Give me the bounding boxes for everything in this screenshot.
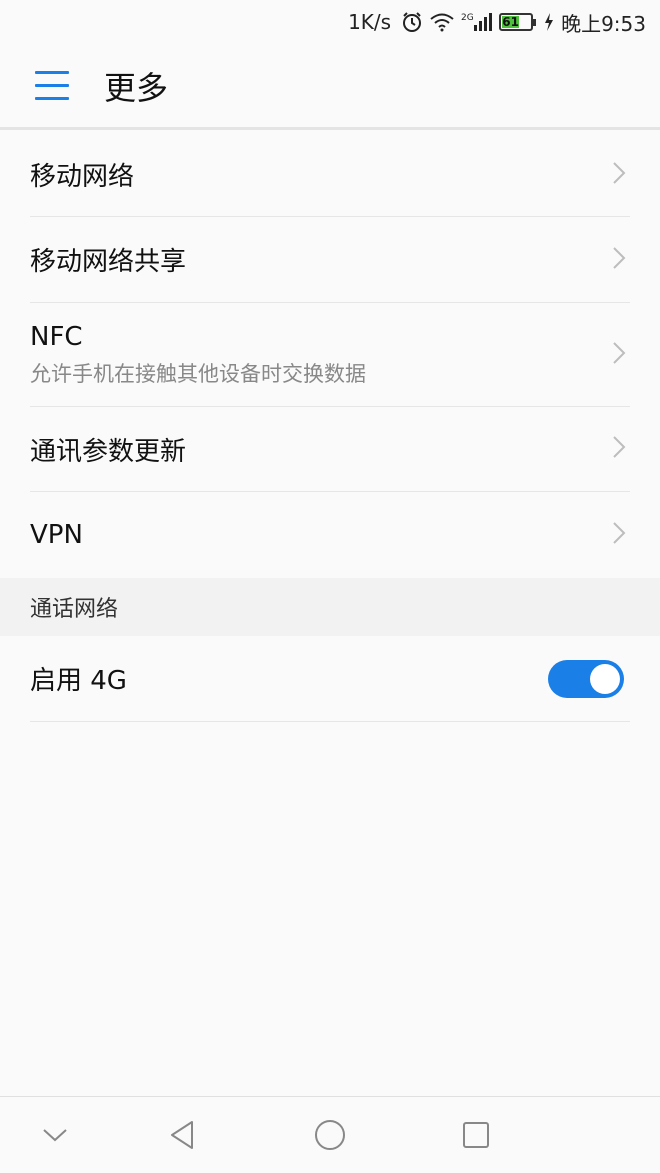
app-bar: 更多 (0, 44, 660, 130)
list-item-subtitle: 允许手机在接触其他设备时交换数据 (30, 361, 366, 386)
settings-list: 移动网络 移动网络共享 NFC 允许手机在接触其他设备时交换数据 通讯参数更新 … (0, 133, 660, 722)
chevron-right-icon (612, 341, 626, 369)
back-icon[interactable] (162, 1115, 202, 1155)
list-item-label: 通讯参数更新 (30, 436, 187, 467)
list-item-label: 启用 4G (30, 666, 127, 696)
list-item-vpn[interactable]: VPN (30, 492, 630, 578)
signal-icon: 2G (461, 11, 493, 33)
charging-icon (543, 12, 555, 32)
net-speed: 1K/s (348, 10, 392, 34)
list-item-tethering[interactable]: 移动网络共享 (30, 217, 630, 303)
chevron-right-icon (612, 161, 626, 189)
chevron-right-icon (612, 246, 626, 274)
chevron-right-icon (612, 435, 626, 463)
list-item-label: 移动网络共享 (30, 247, 187, 277)
enable-4g-toggle[interactable] (548, 659, 624, 698)
alarm-icon (401, 11, 423, 33)
menu-button[interactable] (0, 43, 104, 129)
page-title: 更多 (104, 68, 169, 107)
section-header-call-network: 通话网络 (0, 578, 660, 636)
list-item-mobile-network[interactable]: 移动网络 (30, 133, 630, 217)
list-item-enable-4g: 启用 4G (30, 636, 630, 722)
list-item-label: VPN (30, 520, 83, 550)
list-item-nfc[interactable]: NFC 允许手机在接触其他设备时交换数据 (30, 303, 630, 407)
navigation-bar (0, 1096, 660, 1173)
list-item-label: NFC (30, 321, 83, 352)
chevron-right-icon (612, 521, 626, 549)
hamburger-menu-icon (35, 66, 69, 105)
chevron-down-icon[interactable] (35, 1115, 75, 1155)
clock: 晚上9:53 (561, 11, 646, 36)
list-item-label: 移动网络 (30, 162, 135, 192)
list-item-carrier-update[interactable]: 通讯参数更新 (30, 407, 630, 492)
home-icon[interactable] (310, 1115, 350, 1155)
toggle-knob (590, 663, 620, 694)
battery-icon: 61 (499, 13, 537, 31)
recents-icon[interactable] (456, 1115, 496, 1155)
wifi-icon (429, 12, 455, 32)
network-type-label: 2G (461, 13, 474, 23)
battery-level: 61 (502, 15, 520, 29)
status-bar: 1K/s 2G 61 晚上9:53 (0, 0, 660, 44)
